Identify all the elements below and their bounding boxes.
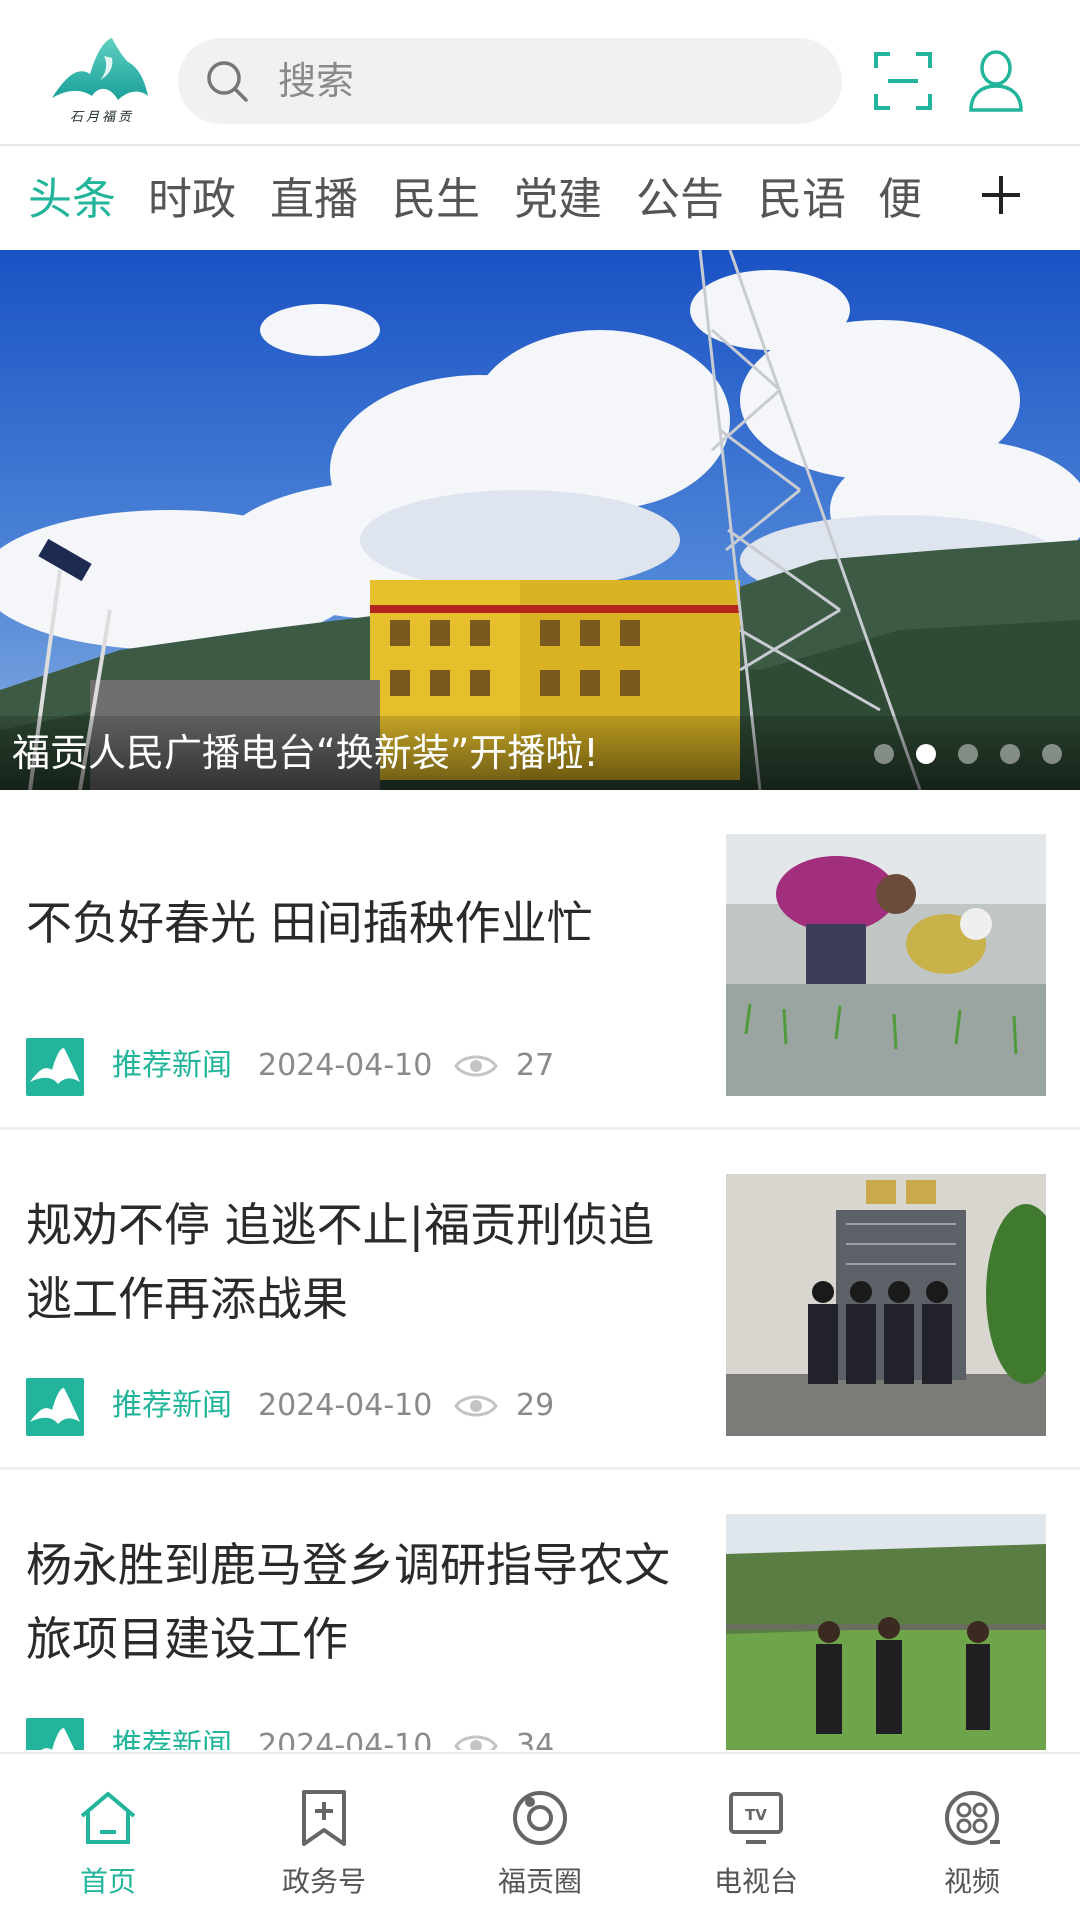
news-views: 29 xyxy=(516,1388,555,1423)
source-logo-icon xyxy=(26,1718,84,1750)
news-source[interactable]: 推荐新闻 xyxy=(112,1046,232,1086)
user-icon[interactable] xyxy=(968,50,1024,112)
news-source[interactable]: 推荐新闻 xyxy=(112,1386,232,1426)
home-icon xyxy=(80,1792,136,1844)
carousel-dot[interactable] xyxy=(958,744,978,764)
tv-icon: TV xyxy=(729,1792,783,1844)
news-item[interactable]: 杨永胜到鹿马登乡调研指导农文旅项目建设工作 推荐新闻 2024-04-10 34 xyxy=(0,1470,1080,1750)
news-source[interactable]: 推荐新闻 xyxy=(112,1726,232,1750)
news-item[interactable]: 不负好春光 田间插秧作业忙 推荐新闻 2024-04-10 27 xyxy=(0,790,1080,1130)
nav-label: 电视台 xyxy=(713,1865,798,1898)
app-logo[interactable]: 石月福贡 xyxy=(52,36,148,128)
tab-politics[interactable]: 时政 xyxy=(148,174,236,226)
tab-live[interactable]: 直播 xyxy=(270,174,358,226)
nav-label: 视频 xyxy=(943,1865,1000,1898)
news-date: 2024-04-10 xyxy=(258,1728,433,1750)
tab-convenience[interactable]: 便 xyxy=(878,174,922,226)
views-eye-icon xyxy=(454,1055,498,1077)
news-title: 不负好春光 田间插秧作业忙 xyxy=(26,896,593,950)
news-title: 规劝不停 追逃不止|福贡刑侦追逃工作再添战果 xyxy=(26,1198,655,1326)
top-header: 石月福贡 搜索 xyxy=(0,0,1080,146)
logo-text: 石月福贡 xyxy=(69,110,134,125)
news-views: 27 xyxy=(516,1048,555,1083)
news-thumbnail xyxy=(726,834,1046,1096)
news-list: 不负好春光 田间插秧作业忙 推荐新闻 2024-04-10 27 规劝不停 追逃… xyxy=(0,790,1080,1750)
tab-livelihood[interactable]: 民生 xyxy=(392,174,480,226)
nav-home[interactable]: 首页 xyxy=(0,1754,216,1920)
tab-party[interactable]: 党建 xyxy=(514,174,602,226)
views-eye-icon xyxy=(454,1395,498,1417)
news-views: 34 xyxy=(516,1728,555,1750)
nav-label: 福贡圈 xyxy=(497,1865,582,1898)
circle-icon xyxy=(513,1791,567,1845)
film-reel-icon xyxy=(945,1791,1000,1845)
news-meta: 推荐新闻 2024-04-10 34 xyxy=(26,1718,686,1750)
svg-text:TV: TV xyxy=(745,1806,767,1824)
carousel-dot[interactable] xyxy=(1042,744,1062,764)
news-date: 2024-04-10 xyxy=(258,1388,433,1423)
news-title: 杨永胜到鹿马登乡调研指导农文旅项目建设工作 xyxy=(26,1538,670,1666)
source-logo-icon xyxy=(26,1378,84,1436)
search-bar[interactable]: 搜索 xyxy=(178,38,842,124)
source-logo-icon xyxy=(26,1038,84,1096)
banner-caption: 福贡人民广播电台“换新装”开播啦! xyxy=(12,731,599,775)
search-icon xyxy=(207,61,248,102)
tab-headlines[interactable]: 头条 xyxy=(28,174,116,226)
nav-government-accounts[interactable]: 政务号 xyxy=(216,1754,432,1920)
add-tab-icon[interactable] xyxy=(978,172,1024,218)
bookmark-plus-icon xyxy=(302,1790,346,1846)
tab-ethnic-language[interactable]: 民语 xyxy=(758,174,846,226)
news-date: 2024-04-10 xyxy=(258,1048,433,1083)
views-eye-icon xyxy=(454,1735,498,1750)
banner-image xyxy=(0,250,1080,790)
carousel-indicator xyxy=(874,744,1064,766)
nav-video[interactable]: 视频 xyxy=(864,1754,1080,1920)
tab-notice[interactable]: 公告 xyxy=(636,174,724,226)
nav-tv-station[interactable]: TV 电视台 xyxy=(648,1754,864,1920)
carousel-dot[interactable] xyxy=(1000,744,1020,764)
nav-label: 政务号 xyxy=(281,1865,366,1898)
search-placeholder: 搜索 xyxy=(278,59,355,103)
logo-mountain-icon xyxy=(52,38,148,100)
news-item[interactable]: 规劝不停 追逃不止|福贡刑侦追逃工作再添战果 推荐新闻 2024-04-10 2… xyxy=(0,1130,1080,1470)
nav-fugong-circle[interactable]: 福贡圈 xyxy=(432,1754,648,1920)
news-meta: 推荐新闻 2024-04-10 27 xyxy=(26,1038,686,1096)
bottom-navigation: 首页 政务号 福贡圈 TV 电视台 视频 xyxy=(0,1752,1080,1920)
news-meta: 推荐新闻 2024-04-10 29 xyxy=(26,1378,686,1436)
carousel-dot[interactable] xyxy=(874,744,894,764)
banner-carousel[interactable]: 福贡人民广播电台“换新装”开播啦! xyxy=(0,250,1080,790)
news-thumbnail xyxy=(726,1514,1046,1750)
nav-label: 首页 xyxy=(79,1865,136,1898)
category-tabs: 头条 时政 直播 民生 党建 公告 民语 便 xyxy=(0,148,1080,248)
carousel-dot-active[interactable] xyxy=(916,744,936,764)
news-thumbnail xyxy=(726,1174,1046,1436)
scan-icon[interactable] xyxy=(874,52,932,110)
